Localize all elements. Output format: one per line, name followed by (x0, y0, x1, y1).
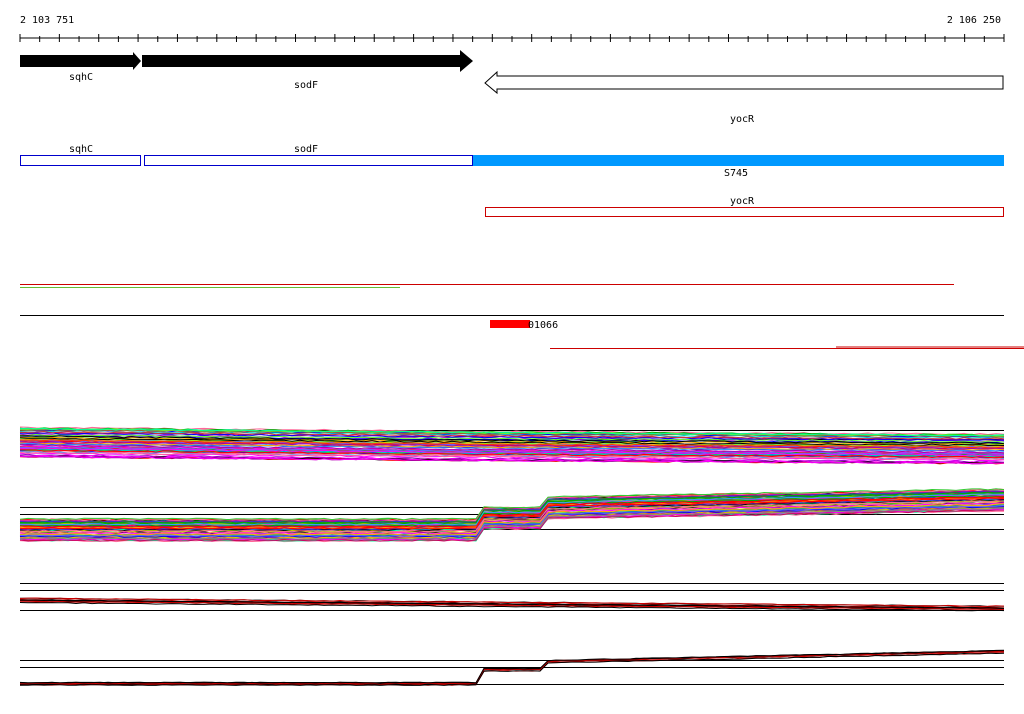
gene-label-sqhC: sqhC (69, 72, 93, 83)
profile-band-1 (19, 426, 1005, 465)
gene-arrow-yocR[interactable] (484, 70, 1004, 95)
annotation-track: sqhC sodF S745 yocR (20, 144, 1004, 217)
gene-label-yocR: yocR (730, 114, 755, 125)
expression-profile-tracks (19, 426, 1005, 686)
annotation-label-sqhC: sqhC (69, 144, 93, 155)
profile-band-3 (19, 583, 1005, 612)
gene-label-sodF: sodF (294, 80, 318, 91)
gene-track: sqhC sodF yocR (20, 50, 1004, 125)
coordinate-ruler: 2 103 751 2 106 250 (19, 15, 1005, 42)
transcript-label-S745: S745 (724, 168, 748, 179)
genome-track-canvas: 2 103 751 2 106 250 sqhC sodF yocR sqhC … (19, 15, 1024, 686)
annotation-box-sodF[interactable] (144, 155, 473, 166)
profile-band-2 (19, 488, 1005, 543)
annotation-label-yocR: yocR (730, 196, 755, 207)
annotation-label-sodF: sodF (294, 144, 318, 155)
transcript-bar-S745[interactable] (473, 155, 1004, 166)
feature-lines-track: 01066 (20, 284, 1024, 349)
gene-arrow-sodF[interactable] (142, 50, 473, 72)
annotation-box-yocR[interactable] (485, 207, 1004, 217)
feature-label-01066: 01066 (528, 320, 558, 331)
genome-browser-viewer: 2 103 751 2 106 250 sqhC sodF yocR sqhC … (0, 0, 1024, 714)
annotation-box-sqhC[interactable] (20, 155, 141, 166)
feature-block-01066[interactable] (490, 320, 530, 328)
expression-profile-line (19, 649, 1005, 684)
ruler-end-label: 2 106 250 (947, 15, 1001, 26)
profile-band-4 (19, 649, 1005, 686)
gene-arrow-sqhC[interactable] (20, 52, 141, 70)
ruler-start-label: 2 103 751 (20, 15, 74, 26)
